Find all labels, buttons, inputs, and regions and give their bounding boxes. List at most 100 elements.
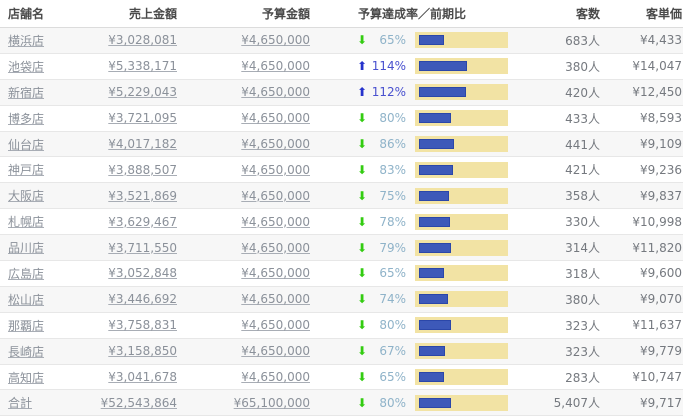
sales-amount-link[interactable]: ¥3,158,850	[108, 344, 177, 358]
sales-amount-link[interactable]: ¥3,041,678	[108, 370, 177, 384]
customer-count-cell: 380人	[512, 291, 602, 308]
store-name-link[interactable]: 那覇店	[8, 319, 44, 333]
sales-amount-link[interactable]: ¥3,888,507	[108, 163, 177, 177]
sales-amount-link[interactable]: ¥3,758,831	[108, 318, 177, 332]
avg-spend-cell: ¥11,820	[602, 241, 683, 255]
store-cell: 横浜店	[0, 32, 88, 49]
budget-amount-link[interactable]: ¥4,650,000	[241, 370, 310, 384]
budget-amount-link[interactable]: ¥4,650,000	[241, 111, 310, 125]
achievement-rate-bar-track	[415, 317, 508, 333]
achievement-rate-cell: ⬇79%	[312, 240, 512, 256]
store-name-link[interactable]: 仙台店	[8, 138, 44, 152]
column-header-customers: 客数	[512, 5, 602, 22]
sales-amount-link[interactable]: ¥4,017,182	[108, 137, 177, 151]
sales-amount-link[interactable]: ¥5,229,043	[108, 85, 177, 99]
budget-amount-link[interactable]: ¥4,650,000	[241, 163, 310, 177]
store-name-link[interactable]: 合計	[8, 396, 32, 410]
sales-amount-link[interactable]: ¥3,721,095	[108, 111, 177, 125]
customer-count-value: 683人	[565, 34, 600, 48]
sales-amount-link[interactable]: ¥3,028,081	[108, 33, 177, 47]
budget-amount-link[interactable]: ¥4,650,000	[241, 266, 310, 280]
achievement-rate-bar-track	[415, 136, 508, 152]
budget-amount-link[interactable]: ¥4,650,000	[241, 137, 310, 151]
store-name-link[interactable]: 高知店	[8, 371, 44, 385]
budget-amount-link[interactable]: ¥4,650,000	[241, 318, 310, 332]
achievement-rate-bar-track	[415, 162, 508, 178]
sales-amount-cell: ¥5,338,171	[88, 59, 180, 73]
achievement-rate-value: 78%	[370, 215, 406, 229]
achievement-rate-bar-fill	[419, 35, 444, 45]
store-name-link[interactable]: 大阪店	[8, 189, 44, 203]
budget-amount-link[interactable]: ¥4,650,000	[241, 292, 310, 306]
store-name-link[interactable]: 新宿店	[8, 86, 44, 100]
store-name-link[interactable]: 広島店	[8, 267, 44, 281]
customer-count-cell: 318人	[512, 265, 602, 282]
store-name-link[interactable]: 品川店	[8, 241, 44, 255]
store-name-link[interactable]: 長崎店	[8, 345, 44, 359]
store-name-link[interactable]: 博多店	[8, 112, 44, 126]
achievement-rate-bar-fill	[419, 165, 453, 175]
sales-amount-link[interactable]: ¥3,052,848	[108, 266, 177, 280]
achievement-rate-cell: ⬆114%	[312, 58, 512, 74]
sales-amount-link[interactable]: ¥3,521,869	[108, 189, 177, 203]
budget-amount-cell: ¥4,650,000	[180, 189, 312, 203]
store-name-link[interactable]: 神戸店	[8, 163, 44, 177]
achievement-rate-bar-fill	[419, 398, 451, 408]
budget-amount-link[interactable]: ¥4,650,000	[241, 215, 310, 229]
sales-amount-link[interactable]: ¥3,446,692	[108, 292, 177, 306]
achievement-rate-value: 80%	[370, 396, 406, 410]
budget-amount-link[interactable]: ¥4,650,000	[241, 85, 310, 99]
customer-count-value: 420人	[565, 86, 600, 100]
store-name-link[interactable]: 松山店	[8, 293, 44, 307]
achievement-rate-bar-fill	[419, 113, 451, 123]
achievement-rate-bar-fill	[419, 268, 444, 278]
budget-amount-link[interactable]: ¥4,650,000	[241, 344, 310, 358]
avg-spend-cell: ¥14,047	[602, 59, 683, 73]
column-header-store: 店舗名	[0, 5, 88, 22]
budget-amount-link[interactable]: ¥4,650,000	[241, 59, 310, 73]
customer-count-value: 433人	[565, 112, 600, 126]
trend-down-arrow-icon: ⬇	[354, 112, 370, 124]
budget-amount-cell: ¥4,650,000	[180, 266, 312, 280]
avg-spend-value: ¥11,637	[632, 318, 682, 332]
sales-amount-link[interactable]: ¥5,338,171	[108, 59, 177, 73]
store-name-link[interactable]: 札幌店	[8, 215, 44, 229]
budget-amount-link[interactable]: ¥65,100,000	[234, 396, 310, 410]
store-cell: 松山店	[0, 291, 88, 308]
budget-amount-link[interactable]: ¥4,650,000	[241, 33, 310, 47]
sales-report-table: 店舗名 売上金額 予算金額 予算達成率／前期比 客数 客単価 横浜店¥3,028…	[0, 0, 683, 416]
budget-amount-link[interactable]: ¥4,650,000	[241, 241, 310, 255]
budget-amount-cell: ¥65,100,000	[180, 396, 312, 410]
store-cell: 広島店	[0, 265, 88, 282]
budget-amount-cell: ¥4,650,000	[180, 318, 312, 332]
avg-spend-cell: ¥9,070	[602, 292, 683, 306]
store-cell: 高知店	[0, 369, 88, 386]
achievement-rate-value: 75%	[370, 189, 406, 203]
store-name-link[interactable]: 横浜店	[8, 34, 44, 48]
customer-count-cell: 358人	[512, 187, 602, 204]
avg-spend-value: ¥9,779	[640, 344, 682, 358]
achievement-rate-value: 74%	[370, 292, 406, 306]
sales-amount-link[interactable]: ¥3,629,467	[108, 215, 177, 229]
table-row: 松山店¥3,446,692¥4,650,000⬇74%380人¥9,070	[0, 287, 683, 313]
avg-spend-cell: ¥4,433	[602, 33, 683, 47]
sales-amount-link[interactable]: ¥52,543,864	[101, 396, 177, 410]
table-row: 神戸店¥3,888,507¥4,650,000⬇83%421人¥9,236	[0, 157, 683, 183]
trend-down-arrow-icon: ⬇	[354, 190, 370, 202]
achievement-rate-value: 80%	[370, 111, 406, 125]
avg-spend-cell: ¥9,600	[602, 266, 683, 280]
achievement-rate-bar-track	[415, 291, 508, 307]
store-name-link[interactable]: 池袋店	[8, 60, 44, 74]
customer-count-value: 358人	[565, 189, 600, 203]
budget-amount-link[interactable]: ¥4,650,000	[241, 189, 310, 203]
table-body: 横浜店¥3,028,081¥4,650,000⬇65%683人¥4,433池袋店…	[0, 28, 683, 416]
sales-amount-cell: ¥3,158,850	[88, 344, 180, 358]
sales-amount-link[interactable]: ¥3,711,550	[108, 241, 177, 255]
achievement-rate-bar-fill	[419, 320, 451, 330]
achievement-rate-bar-track	[415, 395, 508, 411]
table-row-total: 合計¥52,543,864¥65,100,000⬇80%5,407人¥9,717	[0, 390, 683, 416]
customer-count-cell: 441人	[512, 136, 602, 153]
trend-down-arrow-icon: ⬇	[354, 242, 370, 254]
achievement-rate-bar-track	[415, 369, 508, 385]
budget-amount-cell: ¥4,650,000	[180, 59, 312, 73]
